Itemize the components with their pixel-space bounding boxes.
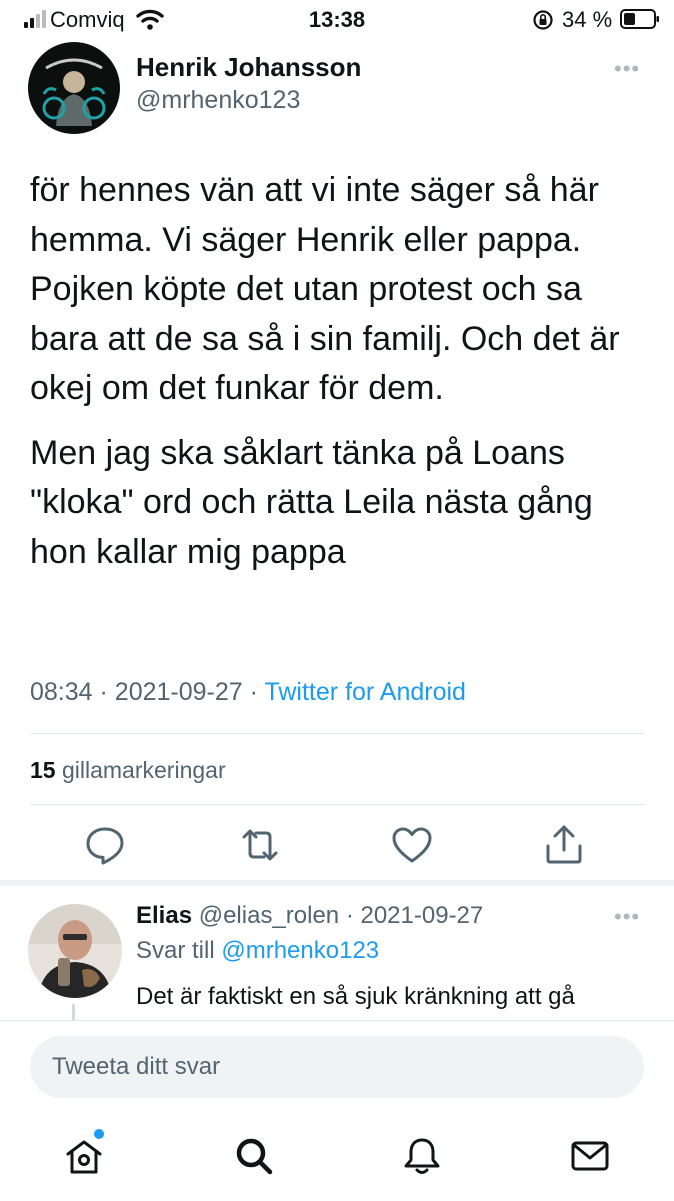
like-label: gillamarkeringar (61, 757, 226, 783)
divider (30, 733, 644, 734)
tweet-paragraph: Men jag ska såklart tänka på Loans "klok… (30, 433, 593, 571)
home-icon[interactable] (62, 1134, 106, 1178)
reply-to-mention[interactable]: @mrhenko123 (221, 937, 379, 964)
reply-to-line: Svar till @mrhenko123 (136, 937, 379, 965)
rotation-lock-icon (533, 10, 553, 30)
meta-separator: · (249, 678, 258, 706)
divider (30, 804, 644, 805)
status-bar: Comviq 13:38 34 % (0, 0, 674, 40)
new-content-dot (94, 1129, 104, 1139)
like-icon[interactable] (389, 822, 435, 868)
reply-date: · 2021-09-27 (345, 902, 484, 929)
reply-compose-input[interactable]: Tweeta ditt svar (30, 1036, 644, 1098)
author-name[interactable]: Henrik Johansson (136, 52, 361, 83)
search-icon[interactable] (232, 1134, 276, 1178)
avatar-image (28, 904, 122, 998)
share-icon[interactable] (541, 822, 587, 868)
reply-text: Det är faktiskt en så sjuk kränkning att… (136, 983, 575, 1010)
likes-summary[interactable]: 15 gillamarkeringar (30, 757, 226, 784)
reply-more-options-icon[interactable]: ••• (614, 904, 640, 930)
retweet-icon[interactable] (237, 822, 283, 868)
tweet-metadata: 08:34 · 2021-09-27 · Twitter for Android (30, 678, 466, 707)
like-count: 15 (30, 757, 56, 783)
reply-author-name[interactable]: Elias (136, 902, 192, 929)
battery-percent: 34 % (562, 7, 613, 32)
tweet-time: 08:34 (30, 678, 93, 706)
reply-header: Elias @elias_rolen · 2021-09-27 (136, 902, 483, 930)
reply-author-handle[interactable]: @elias_rolen (199, 902, 339, 929)
reply-icon[interactable] (82, 822, 128, 868)
messages-icon[interactable] (568, 1134, 612, 1178)
meta-separator: · (99, 678, 108, 706)
avatar-image (28, 42, 120, 134)
author-handle[interactable]: @mrhenko123 (136, 86, 300, 115)
reply-author-avatar[interactable] (28, 904, 122, 998)
tweet-date: 2021-09-27 (114, 678, 243, 706)
author-avatar[interactable] (28, 42, 120, 134)
compose-placeholder: Tweeta ditt svar (52, 1053, 221, 1080)
battery-icon (620, 9, 659, 29)
tweet-more-options-icon[interactable]: ••• (614, 56, 640, 82)
tweet-text: för hennes vän att vi inte säger så här … (30, 166, 650, 592)
notifications-icon[interactable] (400, 1134, 444, 1178)
tweet-source-link[interactable]: Twitter for Android (264, 678, 465, 706)
section-separator (0, 880, 674, 886)
tweet-paragraph: för hennes vän att vi inte säger så här … (30, 171, 620, 407)
reply-to-label: Svar till (136, 937, 215, 964)
